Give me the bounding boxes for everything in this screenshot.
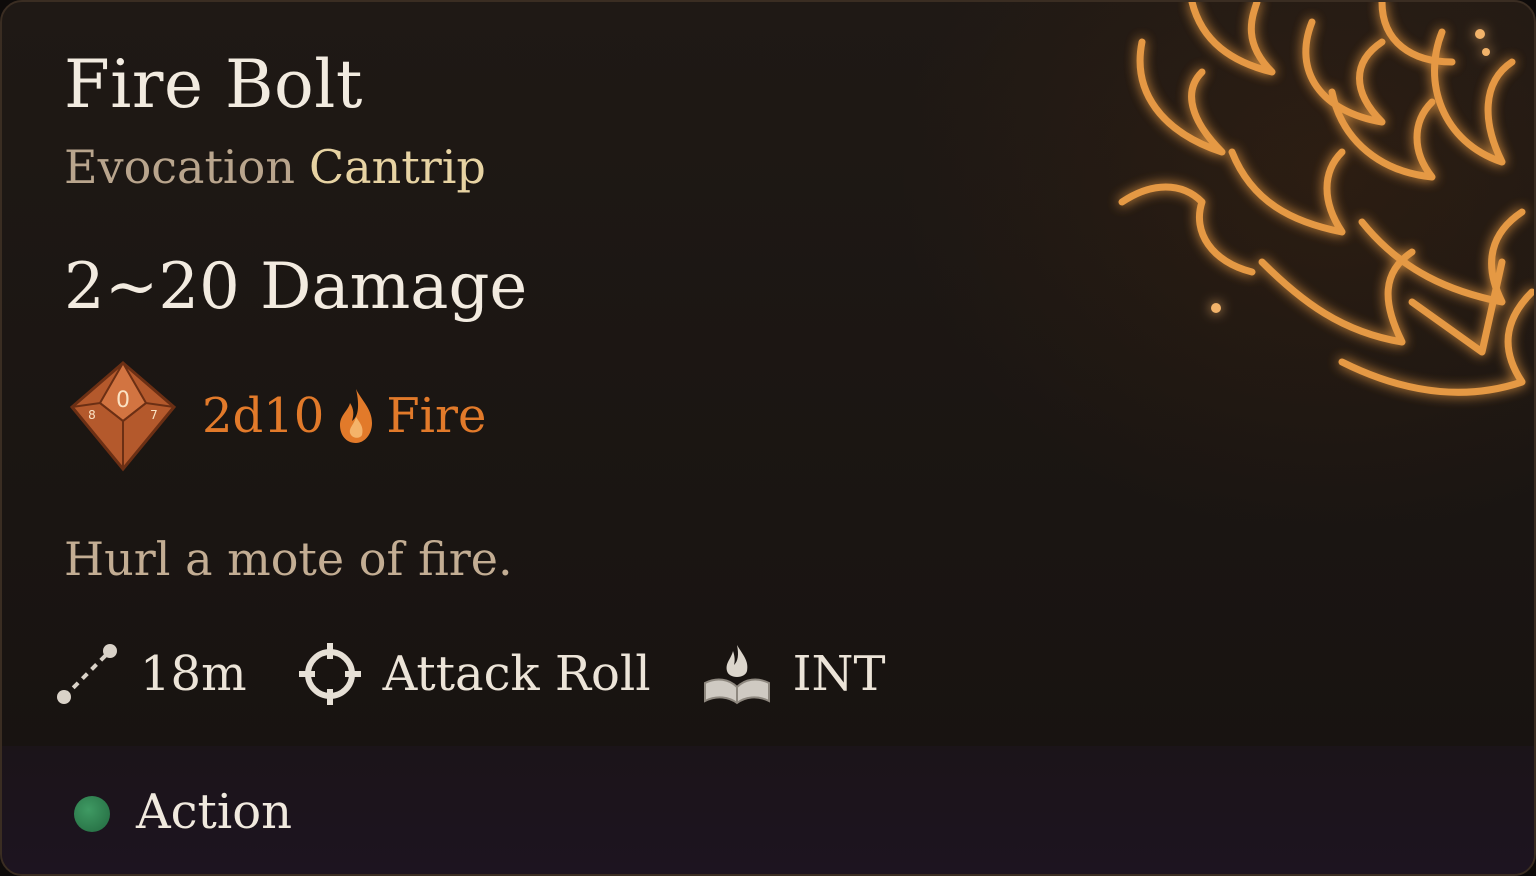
damage-range: 2~20 Damage — [64, 250, 528, 324]
spell-subtitle: Evocation Cantrip — [64, 140, 486, 194]
fire-bolt-art — [1118, 2, 1534, 396]
spellcasting-ability: INT — [792, 646, 886, 702]
spell-tooltip: Fire Bolt Evocation Cantrip 2~20 Damage 0… — [0, 0, 1536, 876]
spell-level: Cantrip — [308, 140, 486, 194]
spell-description: Hurl a mote of fire. — [64, 532, 513, 586]
svg-text:8: 8 — [88, 408, 96, 422]
ability-stat: INT — [699, 639, 886, 709]
crosshair-icon — [298, 643, 361, 705]
range-stat: 18m — [52, 639, 247, 709]
fire-icon — [340, 389, 373, 443]
action-dot-icon — [74, 796, 110, 832]
spell-stats: 18m Attack Roll INT — [52, 634, 934, 714]
damage-dice-row: 0 8 7 2d10 Fire — [66, 358, 486, 474]
svg-text:0: 0 — [116, 388, 130, 413]
d10-die-icon: 0 8 7 — [69, 360, 177, 472]
range-value: 18m — [140, 646, 247, 702]
svg-text:7: 7 — [150, 408, 158, 422]
range-icon — [57, 644, 117, 704]
damage-dice: 2d10 — [202, 388, 325, 444]
spellbook-icon — [703, 645, 770, 705]
attack-type: Attack Roll — [382, 646, 651, 702]
attack-stat: Attack Roll — [295, 639, 651, 709]
action-cost-label: Action — [136, 784, 292, 840]
damage-type: Fire — [386, 388, 487, 444]
cost-footer: Action — [2, 746, 1534, 874]
spell-school: Evocation — [64, 140, 295, 194]
spell-name: Fire Bolt — [64, 46, 363, 123]
